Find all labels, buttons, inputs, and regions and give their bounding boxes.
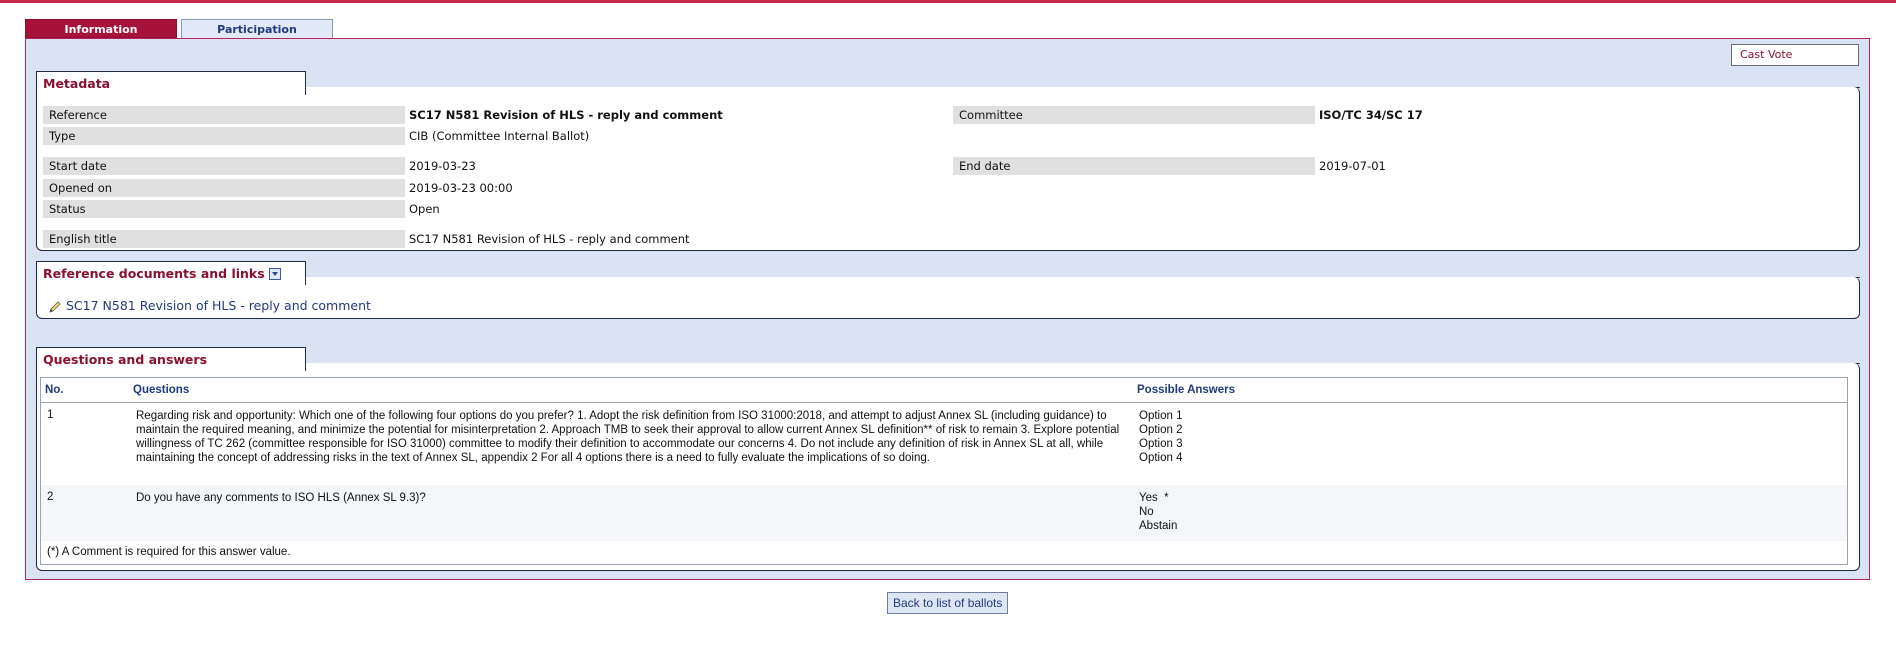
qa-row-1: 1 Regarding risk and opportunity: Which … [41,403,1847,485]
answer-option: Option 3 [1139,438,1183,450]
answer-option: Yes * [1139,492,1169,504]
answer-list: Option 1 Option 2 Option 3 Option 4 [1139,409,1182,465]
metadata-box: Reference SC17 N581 Revision of HLS - re… [36,87,1860,251]
answer-option: Option 1 [1139,410,1183,422]
status-label: Status [43,200,405,218]
expand-toggle-icon[interactable] [268,267,281,280]
question-number: 1 [47,409,54,421]
column-header-no: No. [45,384,64,396]
status-value: Open [409,202,440,216]
start-date-value: 2019-03-23 [409,159,476,173]
question-number: 2 [47,491,54,503]
qa-title: Questions and answers [36,347,306,371]
answer-option: Abstain [1139,520,1178,532]
end-date-label: End date [953,157,1315,175]
reference-value: SC17 N581 Revision of HLS - reply and co… [409,108,723,122]
pencil-icon [49,300,61,313]
reference-docs-section: Reference documents and links SC17 N581 … [36,261,1860,319]
metadata-section: Metadata Reference SC17 N581 Revision of… [36,71,1860,251]
question-text: Regarding risk and opportunity: Which on… [136,410,1120,464]
type-label: Type [43,127,405,145]
start-date-label: Start date [43,157,405,175]
qa-table: No. Questions Possible Answers 1 Regardi… [40,377,1848,565]
committee-label: Committee [953,106,1315,124]
reference-docs-title: Reference documents and links [43,266,265,281]
back-to-ballots-button[interactable]: Back to list of ballots [887,592,1009,614]
question-text: Do you have any comments to ISO HLS (Ann… [136,492,426,504]
comment-required-note: (*) A Comment is required for this answe… [47,546,291,558]
answer-option: No [1139,506,1154,518]
cast-vote-button[interactable]: Cast Vote [1731,44,1859,66]
committee-value: ISO/TC 34/SC 17 [1319,108,1423,122]
opened-on-value: 2019-03-23 00:00 [409,181,513,195]
qa-section: Questions and answers No. Questions Poss… [36,347,1860,571]
top-accent-rule [0,0,1896,3]
reference-document-link[interactable]: SC17 N581 Revision of HLS - reply and co… [48,298,371,314]
tab-information[interactable]: Information [25,19,177,38]
reference-docs-header: Reference documents and links [36,261,306,285]
qa-header-row: No. Questions Possible Answers [41,378,1847,403]
column-header-answers: Possible Answers [1137,384,1236,396]
column-header-questions: Questions [133,384,190,396]
type-value: CIB (Committee Internal Ballot) [409,129,590,143]
english-title-value: SC17 N581 Revision of HLS - reply and co… [409,232,690,246]
metadata-title: Metadata [36,71,306,95]
english-title-label: English title [43,230,405,248]
answer-list: Yes * No Abstain [1139,491,1177,533]
reference-document-link-text: SC17 N581 Revision of HLS - reply and co… [66,298,371,313]
qa-row-2: 2 Do you have any comments to ISO HLS (A… [41,485,1847,541]
reference-label: Reference [43,106,405,124]
answer-option: Option 2 [1139,424,1183,436]
answer-option: Option 4 [1139,452,1183,464]
ballot-panel: Cast Vote Metadata Reference SC17 N581 R… [25,38,1870,580]
end-date-value: 2019-07-01 [1319,159,1386,173]
tab-participation[interactable]: Participation [181,19,333,38]
opened-on-label: Opened on [43,179,405,197]
